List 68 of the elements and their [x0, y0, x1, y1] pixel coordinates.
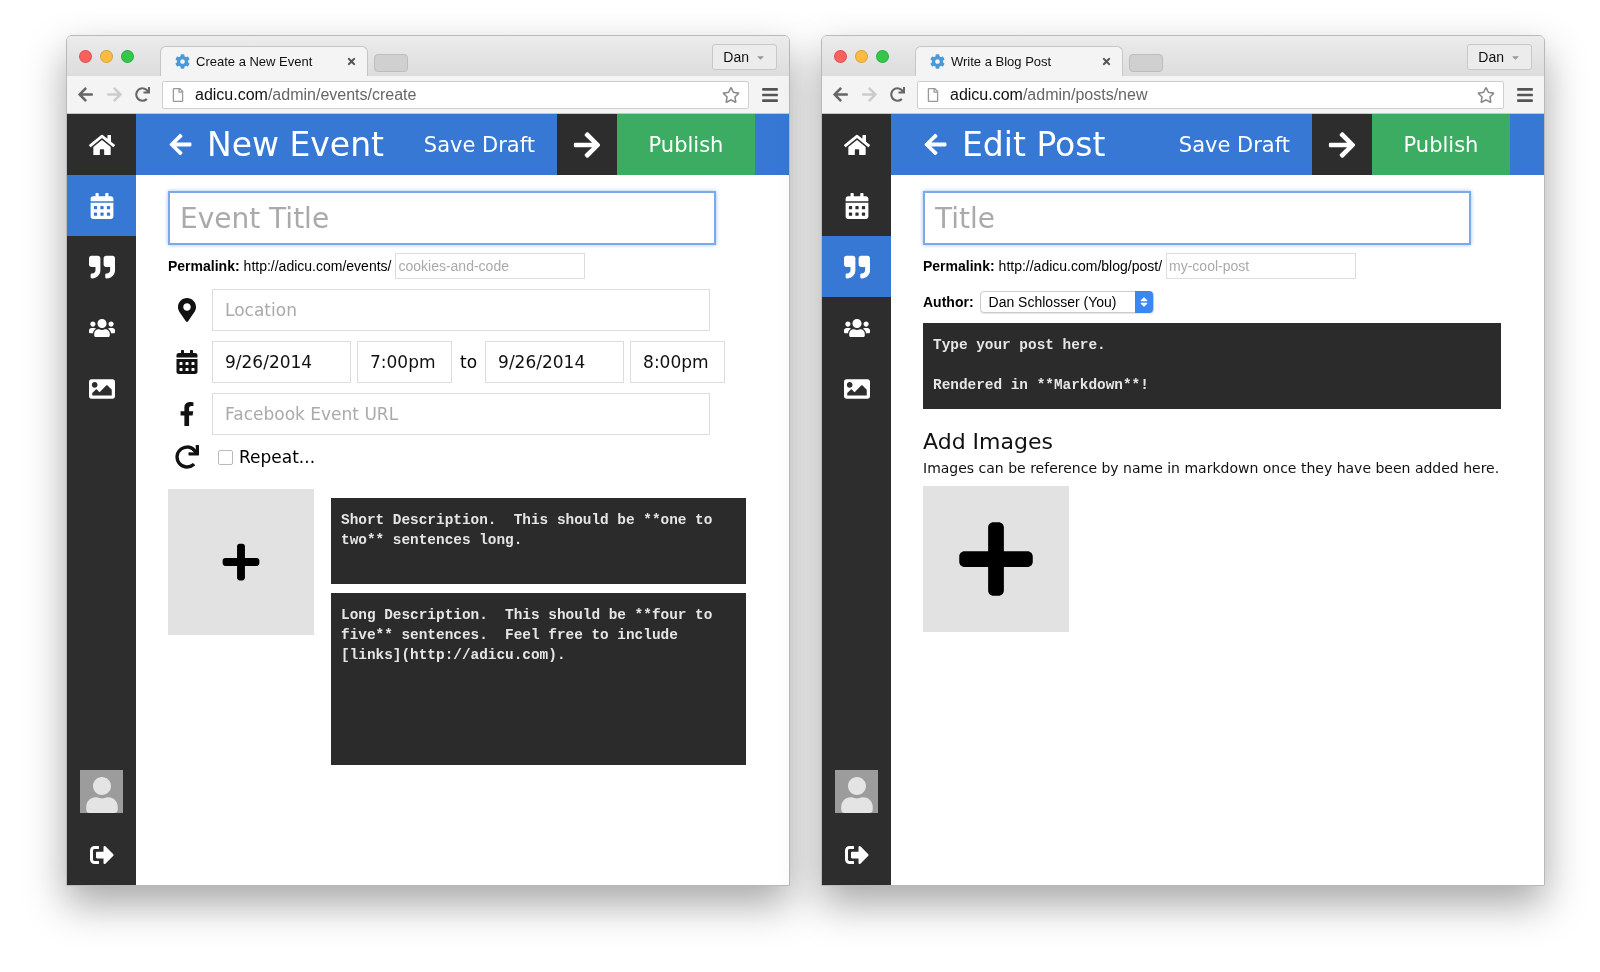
- permalink-label: Permalink:: [923, 258, 995, 274]
- help-text: Images can be reference by name in markdown once they have been added here.: [923, 460, 1501, 476]
- plus-icon: [220, 541, 262, 583]
- arrow-right-icon: [1327, 129, 1357, 160]
- url-text: adicu.com/admin/posts/new: [950, 85, 1149, 104]
- title-input[interactable]: Event Title: [168, 191, 716, 245]
- permalink-base: http://adicu.com/events/: [243, 258, 392, 274]
- sort-icon: [1134, 291, 1153, 313]
- to-label: to: [459, 352, 479, 372]
- star-icon[interactable]: [722, 85, 740, 104]
- next-button[interactable]: [1312, 114, 1372, 175]
- star-icon[interactable]: [1477, 85, 1495, 104]
- slug-input[interactable]: cookies-and-code: [395, 253, 586, 279]
- permalink-base: http://adicu.com/blog/post/: [998, 258, 1163, 274]
- time-input[interactable]: 8:00pm: [630, 341, 726, 383]
- page-icon: [171, 87, 185, 102]
- page-title: Edit Post: [962, 125, 1106, 164]
- gear-icon: [930, 54, 945, 69]
- location-input[interactable]: Location: [212, 289, 710, 331]
- menu-icon[interactable]: [761, 85, 779, 104]
- add-image-button[interactable]: [168, 489, 314, 635]
- calendar-icon: [88, 192, 115, 219]
- reload-icon[interactable]: [135, 87, 150, 102]
- browser-tab[interactable]: Create a New Event: [160, 46, 368, 76]
- browser-tab[interactable]: Write a Blog Post: [915, 46, 1123, 76]
- quote-icon: [843, 253, 870, 280]
- post-body-field[interactable]: Type your post here. Rendered in **Markdown**!: [923, 323, 1501, 409]
- page-title: New Event: [207, 125, 384, 164]
- sign-out-icon[interactable]: [89, 843, 114, 867]
- add-image-button[interactable]: [923, 486, 1069, 632]
- page-icon: [926, 87, 940, 102]
- title-input[interactable]: Title: [923, 191, 1471, 245]
- back-icon[interactable]: [832, 86, 849, 103]
- quote-icon: [88, 253, 115, 280]
- back-icon[interactable]: [168, 132, 193, 157]
- sign-out-icon[interactable]: [844, 843, 869, 867]
- close-icon[interactable]: [346, 56, 357, 67]
- close-icon[interactable]: [1101, 56, 1112, 67]
- repeat-checkbox[interactable]: [218, 449, 233, 465]
- date-input[interactable]: 9/26/2014: [485, 341, 625, 383]
- menu-icon[interactable]: [1516, 85, 1534, 104]
- address-bar[interactable]: adicu.com/admin/events/create: [162, 80, 749, 109]
- url-text: adicu.com/admin/events/create: [195, 85, 418, 104]
- profile-button[interactable]: Dan: [712, 44, 777, 70]
- slug-input[interactable]: my-cool-post: [1166, 253, 1357, 279]
- facebook-url-input[interactable]: Facebook Event URL: [212, 393, 710, 435]
- author-select[interactable]: Dan Schlosser (You): [979, 291, 1154, 313]
- back-icon[interactable]: [77, 86, 94, 103]
- next-button[interactable]: [557, 114, 617, 175]
- save-draft-button[interactable]: Save Draft: [401, 114, 557, 175]
- date-input[interactable]: 9/26/2014: [212, 341, 351, 383]
- profile-button[interactable]: Dan: [1467, 44, 1532, 70]
- repeat-label: Repeat...: [239, 447, 316, 467]
- long-description-field[interactable]: Long Description. This should be **four to five** sentences. Feel free to include [links](http://adicu.com).: [331, 593, 746, 765]
- time-input[interactable]: 7:00pm: [357, 341, 452, 383]
- author-label: Author:: [923, 294, 974, 310]
- arrow-right-icon: [572, 129, 602, 160]
- address-bar[interactable]: adicu.com/admin/posts/new: [917, 80, 1504, 109]
- section-heading: Add Images: [923, 429, 1054, 454]
- permalink-label: Permalink:: [168, 258, 240, 274]
- calendar-icon: [843, 192, 870, 219]
- gear-icon: [175, 54, 190, 69]
- save-draft-button[interactable]: Save Draft: [1156, 114, 1312, 175]
- short-description-field[interactable]: Short Description. This should be **one to two** sentences long.: [331, 498, 746, 584]
- close-window-icon[interactable]: [834, 49, 847, 63]
- reload-icon[interactable]: [890, 87, 905, 102]
- close-window-icon[interactable]: [79, 49, 92, 63]
- back-icon[interactable]: [923, 132, 948, 157]
